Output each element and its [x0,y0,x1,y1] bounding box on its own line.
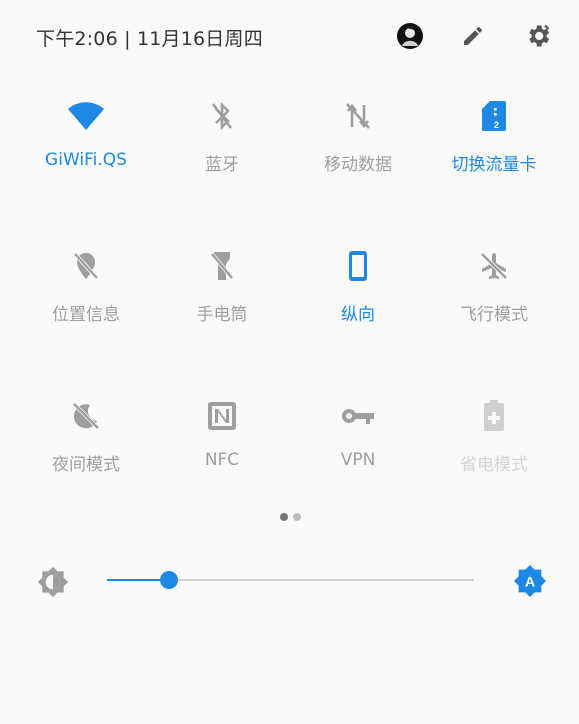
location-off-icon [66,246,106,286]
edit-icon [464,26,483,45]
mobile-data-off-icon [338,96,378,136]
night-mode-off-icon [66,396,106,436]
tile-label: 飞行模式 [460,305,528,325]
sim-card-icon: 2 [474,96,514,136]
auto-brightness-button[interactable]: A [513,564,547,602]
quick-settings-header: 下午2:06 | 11月16日周四 [0,0,579,76]
tile-label: 位置信息 [52,305,120,325]
tile-flashlight[interactable]: 手电筒 [154,246,290,346]
brightness-icon [37,566,69,602]
tile-night-mode[interactable]: 夜间模式 [18,396,154,496]
edit-button[interactable] [457,20,489,52]
brightness-slider-thumb[interactable] [160,571,178,589]
tile-label: 移动数据 [324,155,392,175]
tile-label: 省电模式 [460,455,528,475]
tile-location[interactable]: 位置信息 [18,246,154,346]
tile-vpn[interactable]: VPN [290,396,426,496]
airplane-off-icon [474,246,514,286]
tile-label: 纵向 [341,305,375,325]
page-dot [293,513,301,521]
vpn-key-icon [338,396,378,436]
tile-label: GiWiFi.QS [45,150,127,170]
gear-icon [529,24,550,47]
tile-label: VPN [340,450,376,470]
svg-text:A: A [525,575,535,591]
svg-text:2: 2 [494,120,499,130]
settings-button[interactable] [522,20,554,52]
tile-battery-saver[interactable]: 省电模式 [426,396,562,496]
page-dot-active [280,513,288,521]
tile-airplane-mode[interactable]: 飞行模式 [426,246,562,346]
tile-label: NFC [204,450,240,470]
wifi-icon [66,96,106,136]
tile-orientation[interactable]: 纵向 [290,246,426,346]
user-avatar-button[interactable] [394,20,426,52]
auto-brightness-icon: A [513,564,547,598]
portrait-icon [338,246,378,286]
battery-saver-icon [474,396,514,436]
avatar-icon [397,23,423,49]
brightness-control: A [0,560,579,604]
tile-wifi[interactable]: GiWiFi.QS [18,96,154,196]
tile-mobile-data[interactable]: 移动数据 [290,96,426,196]
page-indicator [280,513,301,521]
bluetooth-off-icon [202,96,242,136]
tile-bluetooth[interactable]: 蓝牙 [154,96,290,196]
status-datetime: 下午2:06 | 11月16日周四 [36,28,263,50]
tile-switch-sim[interactable]: 2 切换流量卡 [426,96,562,196]
tile-nfc[interactable]: NFC [154,396,290,496]
nfc-icon [202,396,242,436]
tile-label: 蓝牙 [205,155,239,175]
tile-label: 手电筒 [196,305,248,325]
tile-label: 夜间模式 [52,455,120,475]
tile-label: 切换流量卡 [451,155,537,175]
flashlight-off-icon [202,246,242,286]
